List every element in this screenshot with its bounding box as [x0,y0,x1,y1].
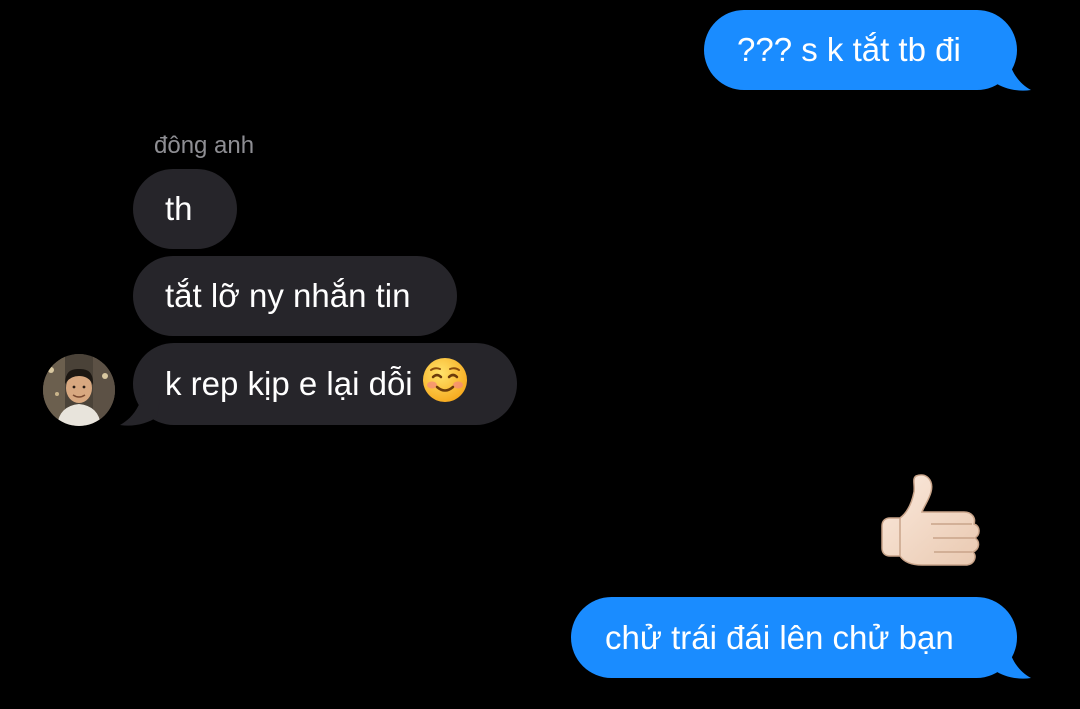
bubble-tail [990,646,1031,679]
contact-avatar[interactable] [43,354,115,426]
message-text: chử trái đái lên chử bạn [605,618,954,656]
outgoing-message[interactable]: chử trái đái lên chử bạn [571,597,1017,678]
message-text: th [165,190,193,227]
thumbs-up-icon[interactable] [876,470,986,580]
incoming-message[interactable]: tắt lỡ ny nhắn tin [133,256,457,336]
message-text: ??? s k tắt tb đi [737,31,961,68]
bubble-tail [120,393,161,426]
chat-screen: ??? s k tắt tb đi đông anh th tắt lỡ ny … [0,0,1080,709]
outgoing-message[interactable]: ??? s k tắt tb đi [704,10,1017,90]
message-text: tắt lỡ ny nhắn tin [165,277,411,314]
incoming-message[interactable]: k rep kịp e lại dỗi [133,343,517,425]
sender-name: đông anh [154,132,255,159]
bubble-tail [990,58,1031,91]
message-text: k rep kịp e lại dỗi [165,365,413,402]
incoming-message[interactable]: th [133,169,237,249]
smiling-face-icon [421,356,469,413]
